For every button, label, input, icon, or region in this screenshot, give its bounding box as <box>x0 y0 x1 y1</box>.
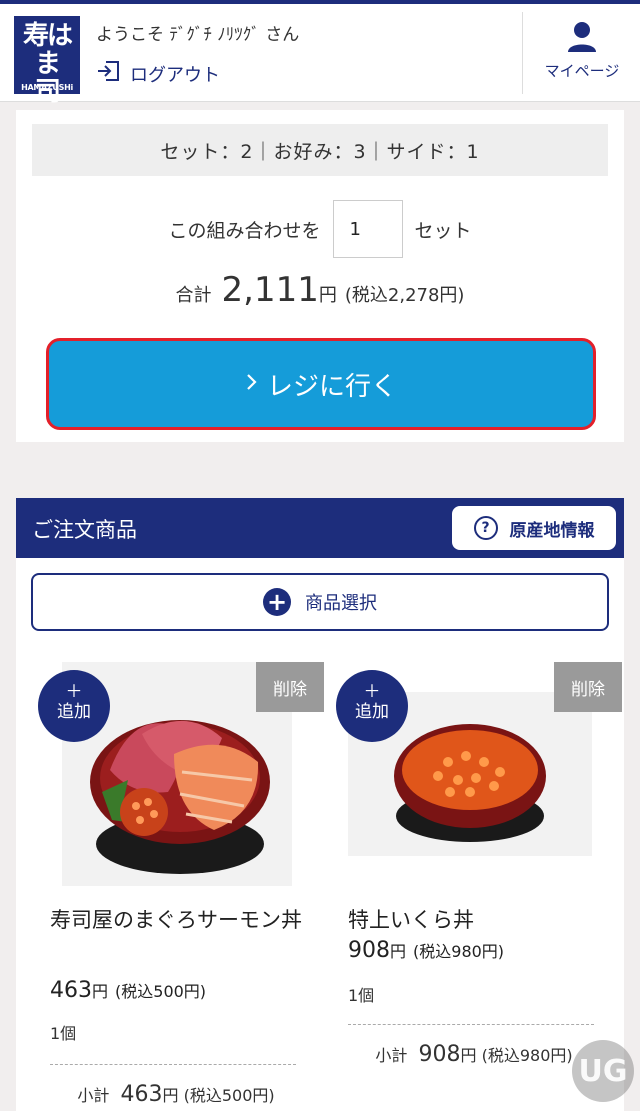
add-label: 追加 <box>57 702 91 722</box>
order-items-card: + 商品選択 ＋ 追加 削除 寿司屋のまぐろサーモン丼 463円 (税込500円… <box>16 558 624 1111</box>
product-name: 特上いくら丼 <box>348 908 474 932</box>
product-count: 1個 <box>50 1024 77 1043</box>
product-select-label: 商品選択 <box>305 593 377 614</box>
go-to-register-button[interactable]: レジに行く <box>46 338 596 430</box>
cart-summary-card: セット：2｜お好み：3｜サイド：1 この組み合わせを セット 合計 2,111 … <box>16 110 624 442</box>
add-label: 追加 <box>355 702 389 722</box>
logo-roman: HAMAZUSHi <box>21 83 73 92</box>
site-header: 寿はま 司 HAMAZUSHi ようこそ ﾃﾞｸﾞﾁ ﾉﾘﾂｸﾞ さん ログアウ… <box>0 4 640 106</box>
plus-circle-icon: + <box>263 588 291 616</box>
price-yen: 円 <box>390 942 407 961</box>
set-label: セット <box>414 219 472 242</box>
subtotal-amount: 908 <box>418 1042 461 1067</box>
dotted-divider <box>50 1064 296 1065</box>
subtotal-yen: 円 <box>162 1086 179 1105</box>
header-divider <box>522 12 523 94</box>
mypage-label: マイページ <box>544 62 620 80</box>
logout-link[interactable]: ログアウト <box>96 58 220 89</box>
logout-label: ログアウト <box>130 64 220 86</box>
subtotal-tax: (税込980円) <box>481 1046 573 1065</box>
product-price: 463円 (税込500円) <box>50 978 206 1003</box>
add-plus: ＋ <box>65 682 83 702</box>
price-yen: 円 <box>92 982 109 1001</box>
price-tax: (税込500円) <box>115 982 207 1001</box>
chevron-right-icon <box>245 369 259 399</box>
product-price: 908円 (税込980円) <box>348 938 504 963</box>
logo-kanji: 寿はま <box>22 21 73 79</box>
user-icon <box>524 20 640 54</box>
delete-button[interactable]: 削除 <box>256 662 324 712</box>
price-amount: 908 <box>348 938 390 963</box>
delete-button[interactable]: 削除 <box>554 662 622 712</box>
subtotal-yen: 円 <box>460 1046 477 1065</box>
mypage-button[interactable]: マイページ <box>524 16 640 81</box>
total-yen: 円 <box>318 285 337 306</box>
watermark-logo: UG <box>572 1040 634 1102</box>
total-label: 合計 <box>175 285 212 306</box>
add-button[interactable]: ＋ 追加 <box>38 670 110 742</box>
register-label: レジに行く <box>266 371 397 402</box>
add-button[interactable]: ＋ 追加 <box>336 670 408 742</box>
question-icon: ? <box>473 516 498 540</box>
order-section-header: ご注文商品 ? 原産地情報 <box>16 498 624 558</box>
subtotal-amount: 463 <box>120 1082 163 1107</box>
price-amount: 463 <box>50 978 92 1003</box>
origin-info-button[interactable]: ? 原産地情報 <box>452 506 616 550</box>
product-select-button[interactable]: + 商品選択 <box>31 573 609 631</box>
add-plus: ＋ <box>363 682 381 702</box>
subtotal-label: 小計 <box>375 1046 408 1065</box>
logout-icon <box>96 58 122 89</box>
product-count: 1個 <box>348 986 375 1005</box>
product-name: 寿司屋のまぐろサーモン丼 <box>50 908 302 932</box>
subtotal-tax: (税込500円) <box>183 1086 275 1105</box>
total-tax: (税込2,278円) <box>344 285 465 306</box>
quantity-row: この組み合わせを セット <box>16 200 624 258</box>
dotted-divider <box>348 1024 594 1025</box>
set-summary: セット：2｜お好み：3｜サイド：1 <box>32 124 608 176</box>
total-row: 合計 2,111 円 (税込2,278円) <box>16 270 624 314</box>
origin-label: 原産地情報 <box>509 520 595 541</box>
hamazushi-logo[interactable]: 寿はま 司 HAMAZUSHi <box>14 16 80 106</box>
product-subtotal: 小計 463円 (税込500円) <box>46 1082 306 1107</box>
subtotal-label: 小計 <box>77 1086 110 1105</box>
combo-label: この組み合わせを <box>168 219 321 242</box>
product-subtotal: 小計 908円 (税込980円) <box>344 1042 604 1067</box>
order-title: ご注文商品 <box>32 518 137 542</box>
set-quantity-input[interactable] <box>332 200 403 258</box>
price-tax: (税込980円) <box>413 942 505 961</box>
welcome-text: ようこそ ﾃﾞｸﾞﾁ ﾉﾘﾂｸﾞ さん <box>96 25 300 45</box>
total-amount: 2,111 <box>221 270 319 310</box>
